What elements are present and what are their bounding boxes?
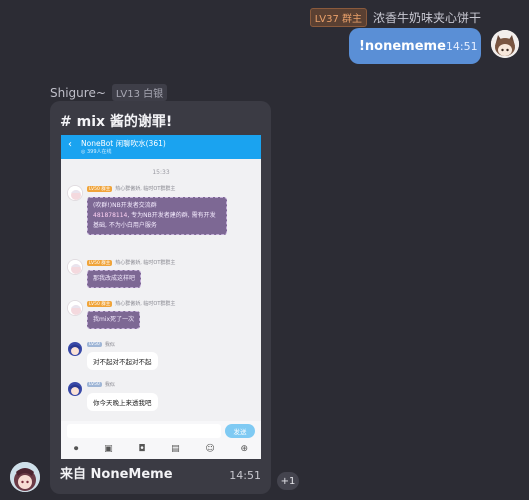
owner-tag: LV50 群主: [87, 185, 113, 192]
anime-avatar-icon: [68, 301, 82, 315]
cat-girl-avatar-icon: [491, 30, 519, 58]
message-bubble: (吹群!)NB开发者交流群 481878114, 专为NB开发者建的群, 需有开…: [87, 197, 227, 235]
message-bubble: 那我改成这样吧: [87, 270, 142, 288]
member-title: 热心群傲娇, 临时OT群群主: [115, 301, 176, 307]
owner-tag: LV50 群主: [87, 259, 113, 266]
group-subtitle: ◎ 399人在线: [81, 149, 112, 155]
level-badge: LV37 群主: [309, 8, 367, 27]
group-number: 481878114: [93, 212, 128, 219]
anime-avatar-icon: [68, 260, 82, 274]
input-toolbar: ⏺ ▣ ◘ ▤ ☺ ⊕: [61, 444, 261, 454]
self-message-bubble[interactable]: !nonememe 14:51: [349, 28, 481, 64]
self-message-header: LV37 群主 浓香牛奶味夹心饼干: [309, 8, 481, 27]
chat-timestamp: 15:33: [152, 169, 170, 176]
avatar: [67, 185, 83, 201]
message-meta: LV50 我似: [87, 341, 115, 348]
blue-hair-avatar-icon: [67, 341, 83, 357]
self-avatar[interactable]: [491, 30, 519, 58]
level-badge: LV13 白银: [111, 84, 168, 101]
level-tag: LV50: [87, 382, 102, 387]
image-icon: ▣: [104, 444, 113, 454]
sender-name[interactable]: Shigure~: [50, 86, 106, 100]
message-bubble: 你今天晚上来透我吧: [87, 393, 158, 411]
message-meta: LV50 群主 热心群傲娇, 临时OT群群主: [87, 259, 175, 266]
member-title: 热心群傲娇, 临时OT群群主: [115, 186, 176, 192]
plus-icon: ⊕: [240, 444, 249, 454]
message-bubble: 对不起对不起对不起: [87, 352, 158, 370]
chat-screenshot-image[interactable]: ‹ NoneBot 闲聊吹水(361) ◎ 399人在线 15:33 LV50 …: [61, 135, 261, 459]
level-tag: LV50: [87, 342, 102, 347]
avatar: [67, 381, 83, 397]
member-title: 我似: [104, 382, 115, 388]
other-message-header: Shigure~ LV13 白银: [50, 84, 168, 101]
message-time: 14:51: [229, 469, 261, 482]
member-title: 我似: [104, 342, 115, 348]
message-text: (吹群!)NB开发者交流群: [93, 202, 157, 209]
message-meta: LV50 群主 热心群傲娇, 临时OT群群主: [87, 185, 175, 192]
send-button: 发送: [225, 424, 255, 438]
avatar: [67, 259, 83, 275]
anime-girl-avatar-icon: [10, 462, 40, 492]
sender-name[interactable]: 浓香牛奶味夹心饼干: [373, 9, 481, 26]
message-meta: LV50 我似: [87, 381, 115, 388]
plus-one-reaction-button[interactable]: +1: [277, 472, 299, 490]
message-meta: LV50 群主 热心群傲娇, 临时OT群群主: [87, 300, 175, 307]
avatar: [67, 300, 83, 316]
anime-avatar-icon: [68, 186, 82, 200]
camera-icon: ◘: [138, 444, 146, 454]
phone-input-bar: 发送 ⏺ ▣ ◘ ▤ ☺ ⊕: [61, 421, 261, 459]
phone-header: ‹ NoneBot 闲聊吹水(361) ◎ 399人在线: [61, 135, 261, 159]
card-source: 来自 NoneMeme: [60, 467, 173, 482]
message-input: [67, 424, 221, 438]
message-time: 14:51: [445, 39, 478, 53]
microphone-icon: ⏺: [73, 444, 79, 454]
message-bubble: 我mix死了一次: [87, 311, 141, 329]
emoji-icon: ☺: [205, 444, 215, 454]
card-title: # mix 酱的谢罪!: [60, 114, 173, 130]
blue-hair-avatar-icon: [67, 381, 83, 397]
member-title: 热心群傲娇, 临时OT群群主: [115, 260, 176, 266]
file-icon: ▤: [171, 444, 180, 454]
owner-tag: LV50 群主: [87, 300, 113, 307]
message-text: !nonememe: [359, 38, 446, 54]
back-arrow-icon: ‹: [68, 139, 72, 150]
avatar: [67, 341, 83, 357]
other-avatar[interactable]: [10, 462, 40, 492]
